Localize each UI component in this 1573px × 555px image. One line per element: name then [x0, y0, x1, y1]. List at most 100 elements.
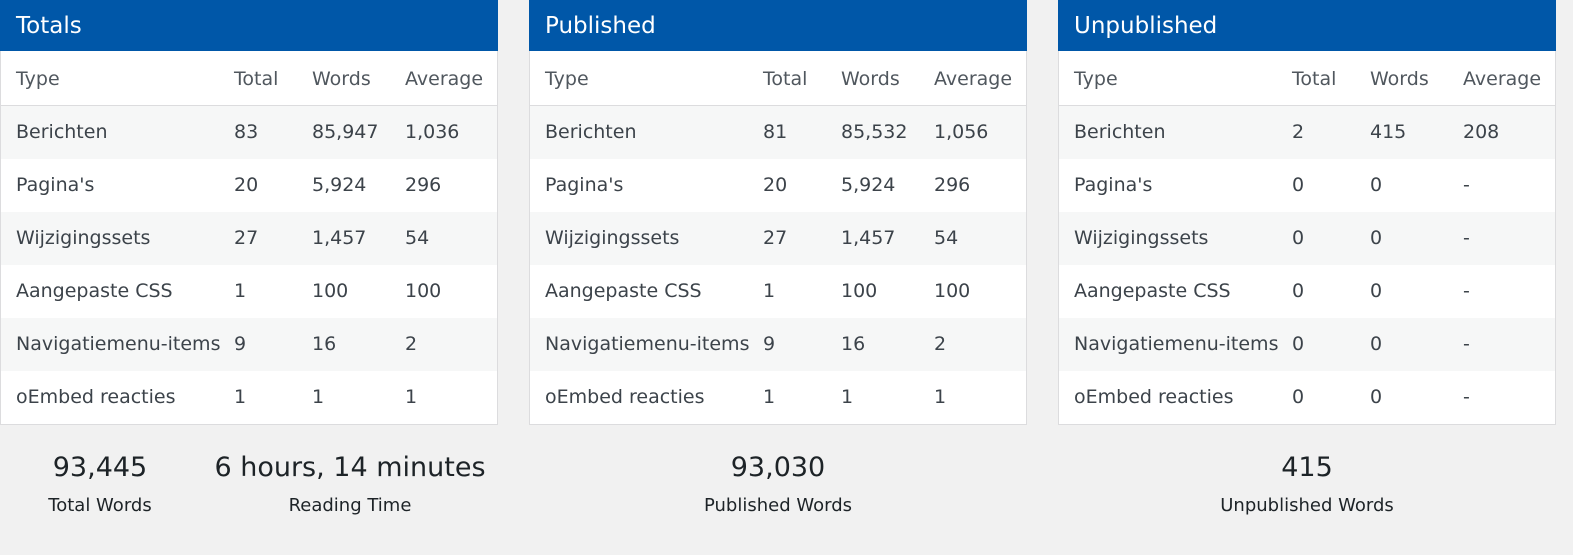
cell-total: 2 [1292, 121, 1305, 143]
cell-type: Navigatiemenu-items [16, 333, 221, 355]
totals-table: Type Total Words Average Berichten 83 85… [0, 51, 498, 425]
cell-average: 54 [405, 227, 430, 249]
cell-type: Aangepaste CSS [1074, 280, 1231, 302]
cell-average: 1 [934, 386, 947, 408]
cell-average: 54 [934, 227, 959, 249]
cell-total: 1 [234, 280, 247, 302]
column-header-average: Average [405, 68, 484, 90]
cell-words: 415 [1370, 121, 1407, 143]
cell-type: Wijzigingssets [545, 227, 680, 249]
column-header-words: Words [312, 68, 371, 90]
cell-words: 5,924 [312, 174, 367, 196]
table-row: Wijzigingssets 0 0 - [1059, 212, 1555, 265]
table-row: Pagina's 20 5,924 296 [530, 159, 1026, 212]
cell-average: 296 [405, 174, 442, 196]
cell-type: Pagina's [1074, 174, 1153, 196]
cell-total: 9 [763, 333, 776, 355]
column-header-type: Type [545, 68, 589, 90]
cell-total: 1 [763, 386, 776, 408]
cell-total: 27 [234, 227, 259, 249]
published-panel: Published Type Total Words Average Beric… [529, 0, 1027, 425]
cell-average: 2 [934, 333, 947, 355]
table-row: Aangepaste CSS 1 100 100 [530, 265, 1026, 318]
cell-words: 0 [1370, 174, 1383, 196]
table-row: Pagina's 0 0 - [1059, 159, 1555, 212]
table-header-row: Type Total Words Average [1, 51, 497, 106]
reading-time-stat: 6 hours, 14 minutes Reading Time [200, 448, 500, 524]
cell-words: 1 [841, 386, 854, 408]
panel-title: Unpublished [1058, 0, 1556, 51]
table-row: Berichten 83 85,947 1,036 [1, 106, 497, 159]
table-row: oEmbed reacties 1 1 1 [1, 371, 497, 424]
column-header-average: Average [1463, 68, 1542, 90]
table-row: Berichten 81 85,532 1,056 [530, 106, 1026, 159]
table-row: Navigatiemenu-items 9 16 2 [1, 318, 497, 371]
cell-type: Berichten [1074, 121, 1166, 143]
cell-average: - [1463, 333, 1470, 355]
table-row: Navigatiemenu-items 0 0 - [1059, 318, 1555, 371]
table-row: Aangepaste CSS 1 100 100 [1, 265, 497, 318]
cell-words: 0 [1370, 280, 1383, 302]
cell-average: 2 [405, 333, 418, 355]
column-header-type: Type [16, 68, 60, 90]
cell-words: 0 [1370, 333, 1383, 355]
cell-average: 100 [934, 280, 971, 302]
cell-type: oEmbed reacties [1074, 386, 1234, 408]
unpublished-words-label: Unpublished Words [1220, 495, 1394, 516]
unpublished-table: Type Total Words Average Berichten 2 415… [1058, 51, 1556, 425]
cell-words: 100 [841, 280, 878, 302]
cell-words: 0 [1370, 386, 1383, 408]
panel-title: Totals [0, 0, 498, 51]
published-words-value: 93,030 [730, 452, 826, 483]
cell-type: Navigatiemenu-items [545, 333, 750, 355]
cell-average: 1,056 [934, 121, 989, 143]
cell-words: 85,532 [841, 121, 908, 143]
cell-type: Aangepaste CSS [545, 280, 702, 302]
column-header-total: Total [234, 68, 279, 90]
cell-total: 20 [234, 174, 259, 196]
cell-words: 85,947 [312, 121, 379, 143]
cell-type: oEmbed reacties [16, 386, 176, 408]
published-words-stat: 93,030 Published Words [678, 448, 878, 524]
cell-words: 16 [312, 333, 337, 355]
published-words-label: Published Words [703, 495, 853, 516]
table-row: Aangepaste CSS 0 0 - [1059, 265, 1555, 318]
table-row: oEmbed reacties 1 1 1 [530, 371, 1026, 424]
table-row: Wijzigingssets 27 1,457 54 [530, 212, 1026, 265]
cell-type: oEmbed reacties [545, 386, 705, 408]
reading-time-label: Reading Time [288, 495, 412, 516]
table-header-row: Type Total Words Average [1059, 51, 1555, 106]
table-row: Navigatiemenu-items 9 16 2 [530, 318, 1026, 371]
table-header-row: Type Total Words Average [530, 51, 1026, 106]
cell-average: - [1463, 174, 1470, 196]
cell-total: 0 [1292, 333, 1305, 355]
cell-average: - [1463, 227, 1470, 249]
cell-words: 16 [841, 333, 866, 355]
cell-average: - [1463, 280, 1470, 302]
total-words-stat: 93,445 Total Words [20, 448, 180, 524]
cell-words: 0 [1370, 227, 1383, 249]
total-words-value: 93,445 [52, 452, 148, 483]
cell-type: Berichten [16, 121, 108, 143]
cell-type: Berichten [545, 121, 637, 143]
column-header-type: Type [1074, 68, 1118, 90]
cell-total: 1 [763, 280, 776, 302]
table-row: Pagina's 20 5,924 296 [1, 159, 497, 212]
unpublished-panel: Unpublished Type Total Words Average Ber… [1058, 0, 1556, 425]
cell-words: 1,457 [841, 227, 896, 249]
cell-total: 0 [1292, 227, 1305, 249]
total-words-label: Total Words [48, 495, 152, 516]
reading-time-value: 6 hours, 14 minutes [214, 452, 486, 483]
cell-total: 83 [234, 121, 259, 143]
summary-stats: 93,445 Total Words 6 hours, 14 minutes R… [0, 448, 1573, 538]
cell-words: 100 [312, 280, 349, 302]
published-table: Type Total Words Average Berichten 81 85… [529, 51, 1027, 425]
table-row: Wijzigingssets 27 1,457 54 [1, 212, 497, 265]
cell-words: 1,457 [312, 227, 367, 249]
cell-average: 1 [405, 386, 418, 408]
column-header-average: Average [934, 68, 1013, 90]
cell-type: Aangepaste CSS [16, 280, 173, 302]
cell-total: 9 [234, 333, 247, 355]
cell-total: 1 [234, 386, 247, 408]
cell-total: 20 [763, 174, 788, 196]
